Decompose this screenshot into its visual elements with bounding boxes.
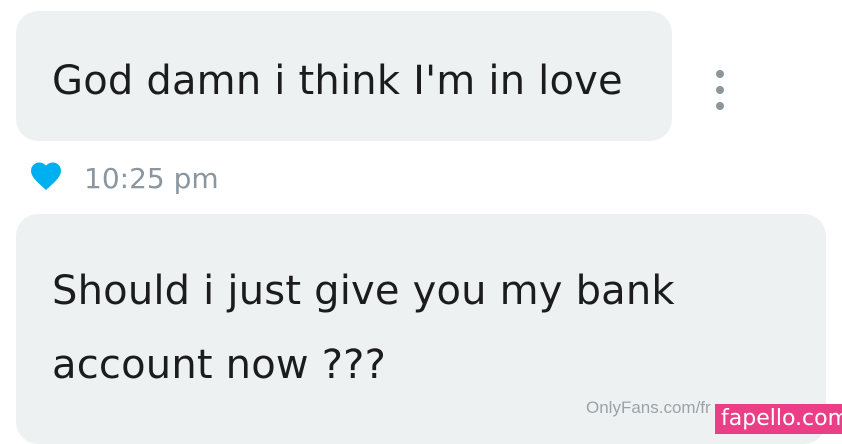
message-text: Should i just give you my bank account n… <box>52 268 675 388</box>
vertical-dots-icon <box>716 86 724 94</box>
message-timestamp: 10:25 pm <box>84 162 219 195</box>
heart-icon[interactable] <box>28 158 64 194</box>
vertical-dots-icon <box>716 70 724 78</box>
message-meta: 10:25 pm <box>28 154 219 198</box>
message-bubble[interactable]: God damn i think I'm in love <box>16 11 672 141</box>
onlyfans-watermark: OnlyFans.com/fr <box>586 398 711 417</box>
message-text: God damn i think I'm in love <box>52 58 623 104</box>
more-options-button[interactable] <box>710 70 730 110</box>
vertical-dots-icon <box>716 102 724 110</box>
fapello-watermark: fapello.com <box>715 404 842 434</box>
